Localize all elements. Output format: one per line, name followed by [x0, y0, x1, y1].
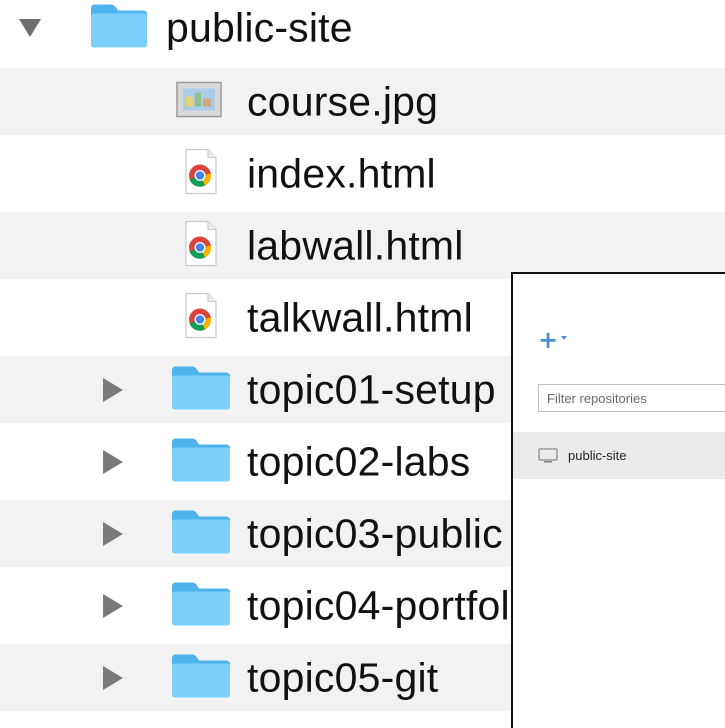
item-name: topic04-portfolio: [247, 582, 543, 628]
disclosure-triangle-closed-icon[interactable]: [103, 377, 123, 402]
folder-icon: [170, 652, 232, 703]
repo-name: public-site: [568, 448, 627, 463]
chrome-document-icon: [180, 147, 220, 200]
item-name: course.jpg: [247, 78, 439, 124]
chrome-document-icon: [180, 219, 220, 272]
item-name: public-site: [166, 4, 353, 50]
item-name: topic01-setup: [247, 366, 496, 412]
screenshot-root: public-site course.jpg index.html labwal…: [0, 0, 725, 728]
caret-down-icon: [561, 336, 568, 340]
item-name: labwall.html: [247, 222, 464, 268]
list-row-public-site[interactable]: public-site: [0, 0, 725, 61]
repository-panel: + public-site: [511, 272, 725, 728]
image-file-icon: [176, 81, 222, 122]
list-row-index-html[interactable]: index.html: [0, 140, 725, 207]
item-name: talkwall.html: [247, 294, 473, 340]
plus-icon: +: [538, 326, 559, 354]
item-name: topic05-git: [247, 654, 439, 700]
disclosure-triangle-open-icon[interactable]: [19, 18, 41, 37]
add-repository-button[interactable]: +: [538, 326, 568, 354]
folder-icon: [89, 2, 149, 53]
list-row-labwall-html[interactable]: labwall.html: [0, 212, 725, 279]
disclosure-triangle-closed-icon[interactable]: [103, 665, 123, 690]
folder-icon: [170, 508, 232, 559]
chrome-document-icon: [180, 291, 220, 344]
disclosure-triangle-closed-icon[interactable]: [103, 449, 123, 474]
folder-icon: [170, 364, 232, 415]
folder-icon: [170, 580, 232, 631]
folder-icon: [170, 436, 232, 487]
repo-list-item-public-site[interactable]: public-site: [513, 432, 725, 479]
filter-repositories-input[interactable]: [538, 384, 725, 412]
list-row-course-jpg[interactable]: course.jpg: [0, 68, 725, 135]
item-name: index.html: [247, 150, 436, 196]
disclosure-triangle-closed-icon[interactable]: [103, 521, 123, 546]
disclosure-triangle-closed-icon[interactable]: [103, 593, 123, 618]
item-name: topic03-public: [247, 510, 503, 556]
computer-icon: [538, 447, 558, 464]
item-name: topic02-labs: [247, 438, 471, 484]
